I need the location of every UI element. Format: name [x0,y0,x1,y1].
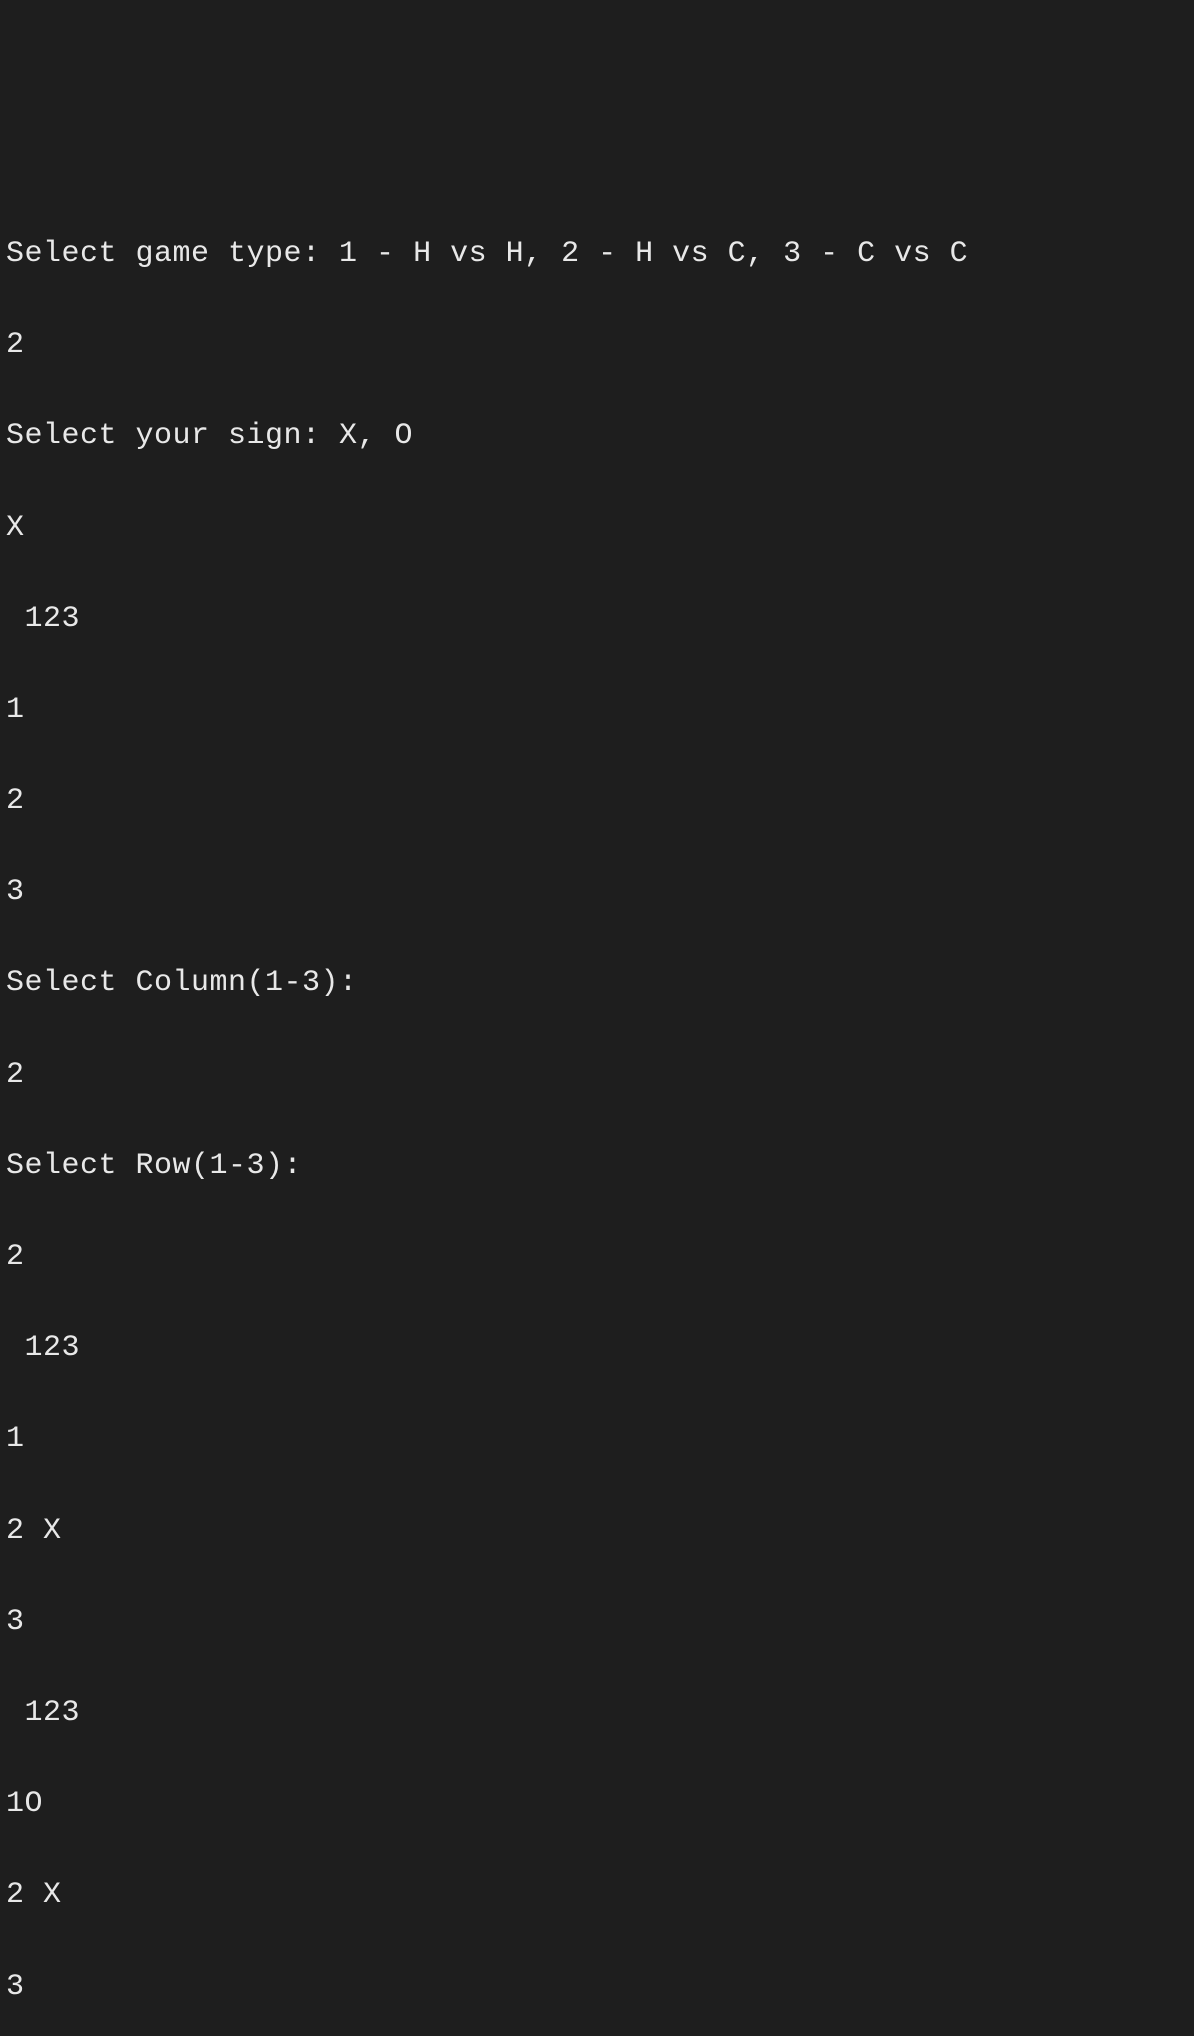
prompt-game-type: Select game type: 1 - H vs H, 2 - H vs C… [6,232,1188,278]
input-game-type: 2 [6,323,1188,369]
prompt-column: Select Column(1-3): [6,961,1188,1007]
board-row-3: 3 [6,870,1188,916]
board-header: 123 [6,1691,1188,1737]
board-row-2: 2 [6,779,1188,825]
board-row-3: 3 [6,1965,1188,2011]
prompt-row: Select Row(1-3): [6,1144,1188,1190]
board-header: 123 [6,1326,1188,1372]
input-sign: X [6,506,1188,552]
board-header: 123 [6,597,1188,643]
board-row-2: 2 X [6,1873,1188,1919]
prompt-sign: Select your sign: X, O [6,414,1188,460]
input-column: 2 [6,1053,1188,1099]
board-row-1: 1O [6,1782,1188,1828]
board-row-3: 3 [6,1600,1188,1646]
board-row-1: 1 [6,1417,1188,1463]
board-row-1: 1 [6,688,1188,734]
board-row-2: 2 X [6,1509,1188,1555]
terminal-output[interactable]: Select game type: 1 - H vs H, 2 - H vs C… [6,186,1188,1196]
input-row: 2 [6,1235,1188,1281]
